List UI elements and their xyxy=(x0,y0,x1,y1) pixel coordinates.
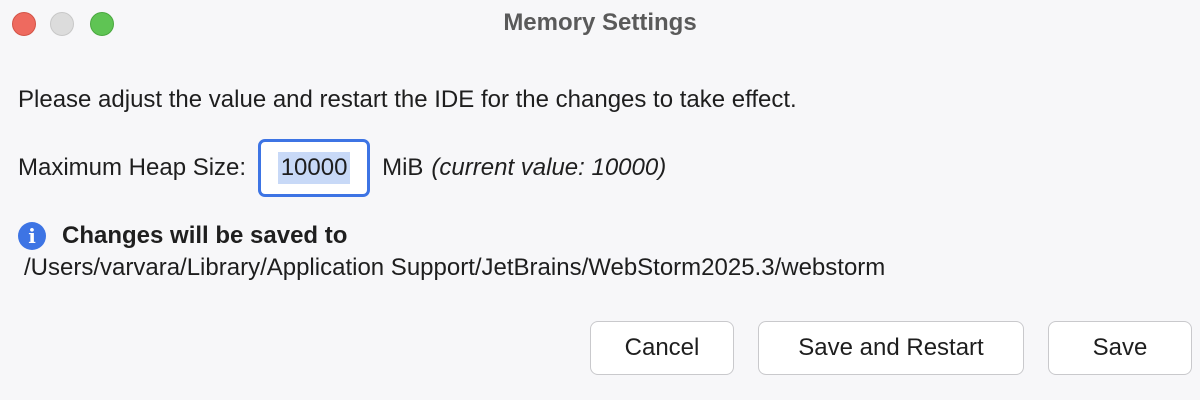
current-value-note: (current value: 10000) xyxy=(431,154,667,181)
save-button[interactable]: Save xyxy=(1048,321,1192,375)
instruction-text: Please adjust the value and restart the … xyxy=(18,86,797,113)
heap-size-unit: MiB xyxy=(382,154,424,181)
window-title: Memory Settings xyxy=(503,9,697,36)
save-and-restart-button[interactable]: Save and Restart xyxy=(758,321,1024,375)
info-icon: i xyxy=(18,222,46,250)
save-location-info: i Changes will be saved to xyxy=(18,222,347,250)
save-location-path: /Users/varvara/Library/Application Suppo… xyxy=(24,254,886,281)
heap-size-row: Maximum Heap Size: 10000 MiB (current va… xyxy=(18,138,666,198)
heap-size-value[interactable]: 10000 xyxy=(277,152,351,184)
heap-size-input[interactable]: 10000 xyxy=(258,139,371,197)
memory-settings-dialog: Memory Settings Please adjust the value … xyxy=(0,0,1200,400)
save-location-title: Changes will be saved to xyxy=(62,222,348,249)
heap-size-label: Maximum Heap Size: xyxy=(18,154,247,181)
cancel-button[interactable]: Cancel xyxy=(590,321,734,375)
title-bar: Memory Settings xyxy=(0,0,1200,46)
